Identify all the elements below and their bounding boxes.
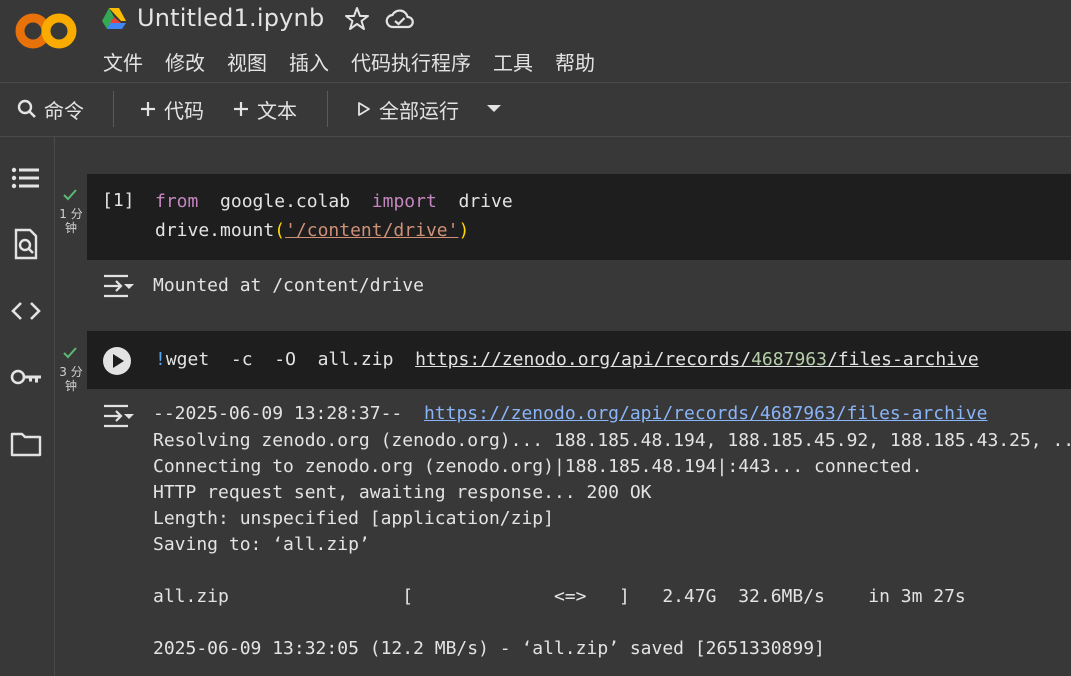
add-code-label: 代码 <box>164 98 204 123</box>
add-code-cell-button[interactable]: 代码 <box>138 92 204 126</box>
plus-icon <box>234 102 248 116</box>
menu-help[interactable]: 帮助 <box>544 45 606 77</box>
code-cell-1[interactable]: [1] from google.colab import drive drive… <box>87 174 1071 260</box>
side-rail <box>0 137 55 676</box>
toolbar-divider <box>113 91 114 127</box>
header-divider <box>0 82 1071 83</box>
output-line: Saving to: ‘all.zip’ <box>153 534 370 555</box>
find-icon[interactable] <box>9 227 43 261</box>
execution-duration: 1 分 钟 <box>59 207 83 235</box>
menu-runtime[interactable]: 代码执行程序 <box>340 45 482 77</box>
output-line: Connecting to zenodo.org (zenodo.org)|18… <box>153 456 923 477</box>
code-cell-2[interactable]: !wget -c -O all.zip https://zenodo.org/a… <box>87 331 1071 389</box>
code-line-2: drive.mount('/content/drive') <box>155 220 470 241</box>
code-line-1: from google.colab import drive <box>155 191 513 212</box>
notebook-title[interactable]: Untitled1.ipynb <box>137 4 324 32</box>
colab-logo[interactable] <box>14 12 78 50</box>
run-cell-button[interactable] <box>102 346 132 376</box>
code-snippets-icon[interactable] <box>9 294 43 328</box>
files-folder-icon[interactable] <box>9 427 43 461</box>
output-line: Length: unspecified [application/zip] <box>153 508 554 529</box>
google-drive-icon[interactable] <box>101 7 127 31</box>
output-line: Mounted at /content/drive <box>153 275 424 296</box>
menu-file[interactable]: 文件 <box>92 45 154 77</box>
execution-count[interactable]: [1] <box>102 190 135 211</box>
toolbar-bottom-divider <box>0 136 1071 137</box>
secrets-key-icon[interactable] <box>9 360 43 394</box>
output-url-link[interactable]: https://zenodo.org/api/records/4687963/f… <box>424 403 988 424</box>
add-text-cell-button[interactable]: 文本 <box>231 92 297 126</box>
execution-duration: 3 分 钟 <box>59 365 83 393</box>
toolbar-divider <box>327 91 328 127</box>
chevron-down-icon[interactable] <box>484 101 504 117</box>
run-all-label: 全部运行 <box>379 98 459 123</box>
search-icon <box>17 99 36 118</box>
menu-tools[interactable]: 工具 <box>482 45 544 77</box>
code-line-1: !wget -c -O all.zip https://zenodo.org/a… <box>155 349 979 370</box>
cloud-saved-icon[interactable] <box>385 6 415 32</box>
output-line: 2025-06-09 13:32:05 (12.2 MB/s) - ‘all.z… <box>153 638 825 659</box>
execution-success-check-icon <box>63 189 77 201</box>
command-label: 命令 <box>44 98 84 123</box>
download-progress-line: all.zip [ <=> ] 2.47G 32.6MB/s in 3m 27s <box>153 586 966 607</box>
play-outline-icon <box>358 102 370 116</box>
run-all-button[interactable]: 全部运行 <box>355 92 459 126</box>
output-line: Resolving zenodo.org (zenodo.org)... 188… <box>153 430 1071 451</box>
add-text-label: 文本 <box>257 98 297 123</box>
menu-insert[interactable]: 插入 <box>278 45 340 77</box>
output-actions-icon[interactable] <box>101 402 135 430</box>
menu-view[interactable]: 视图 <box>216 45 278 77</box>
menu-edit[interactable]: 修改 <box>154 45 216 77</box>
output-actions-icon[interactable] <box>101 272 135 300</box>
command-palette-button[interactable]: 命令 <box>16 92 84 126</box>
plus-icon <box>141 102 155 116</box>
menu-bar: 文件 修改 视图 插入 代码执行程序 工具 帮助 <box>92 45 606 77</box>
toc-icon[interactable] <box>9 161 43 195</box>
star-icon[interactable] <box>344 6 370 32</box>
output-line: HTTP request sent, awaiting response... … <box>153 482 652 503</box>
execution-success-check-icon <box>63 347 77 359</box>
output-line: --2025-06-09 13:28:37-- https://zenodo.o… <box>153 403 988 424</box>
